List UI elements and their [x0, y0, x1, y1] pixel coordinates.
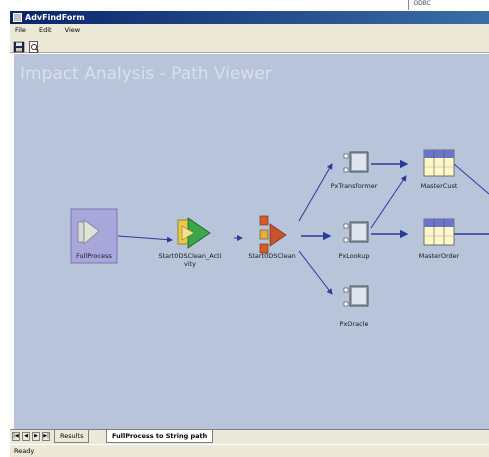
first-icon: |◀	[13, 433, 19, 439]
prev-icon: ◀	[24, 433, 28, 439]
background-strip: ODBC	[0, 0, 489, 10]
corner-label: ODBC	[408, 0, 431, 10]
edge-fullprocess-activity	[117, 235, 173, 243]
node-pxtransformer[interactable]	[343, 151, 369, 173]
node-pxoracle[interactable]	[343, 285, 369, 307]
menu-edit[interactable]: Edit	[39, 26, 52, 34]
status-bar: Ready	[10, 444, 489, 457]
title-bar: AdvFindForm	[10, 11, 489, 24]
path-viewer-canvas[interactable]: Impact Analysis - Path Viewer FullProces…	[14, 54, 489, 429]
edge-clean-transformer	[298, 163, 333, 222]
node-label-pxlookup: PxLookup	[338, 252, 370, 260]
node-label-start-clean: Start0DSClean	[248, 252, 296, 260]
tab-path[interactable]: FullProcess to String path	[106, 430, 214, 443]
node-masterorder[interactable]	[423, 218, 455, 246]
last-icon: ▶|	[43, 433, 49, 439]
app-icon	[13, 13, 22, 22]
status-text: Ready	[14, 447, 35, 455]
sheet-tab-bar: |◀ ◀ ▶ ▶| Results FullProcess to String …	[10, 429, 489, 444]
node-pxlookup[interactable]	[343, 221, 369, 243]
stage-icon	[343, 151, 369, 173]
node-start-clean[interactable]	[259, 215, 287, 254]
node-label-mastercust: MasterCust	[420, 182, 458, 190]
window-title: AdvFindForm	[25, 13, 85, 22]
save-icon	[13, 41, 25, 53]
last-tab-button[interactable]: ▶|	[42, 432, 50, 441]
print-preview-button[interactable]	[28, 38, 40, 53]
node-label-masterorder: MasterOrder	[418, 252, 460, 260]
toolbar	[10, 36, 489, 53]
activity-icon	[177, 217, 211, 249]
node-label-pxtransformer: PxTransformer	[330, 182, 378, 190]
menu-view[interactable]: View	[65, 26, 80, 34]
node-label-start-activity: Start0DSClean_Acti vity	[158, 252, 222, 268]
save-button[interactable]	[13, 38, 25, 53]
node-start-activity[interactable]	[177, 217, 211, 249]
next-tab-button[interactable]: ▶	[32, 432, 40, 441]
job-icon	[259, 215, 287, 254]
menu-bar: File Edit View	[10, 24, 489, 36]
node-label-pxoracle: PxOracle	[339, 320, 369, 328]
stage-icon	[343, 285, 369, 307]
tab-results[interactable]: Results	[54, 430, 90, 443]
next-icon: ▶	[34, 433, 38, 439]
table-icon	[423, 218, 455, 246]
node-label-fullprocess: FullProcess	[76, 252, 112, 260]
path-diagram	[70, 149, 489, 307]
node-mastercust[interactable]	[423, 149, 455, 177]
prev-tab-button[interactable]: ◀	[22, 432, 30, 441]
print-preview-icon	[29, 41, 39, 53]
menu-file[interactable]: File	[15, 26, 26, 34]
table-icon	[423, 149, 455, 177]
stage-icon	[343, 221, 369, 243]
first-tab-button[interactable]: |◀	[12, 432, 20, 441]
